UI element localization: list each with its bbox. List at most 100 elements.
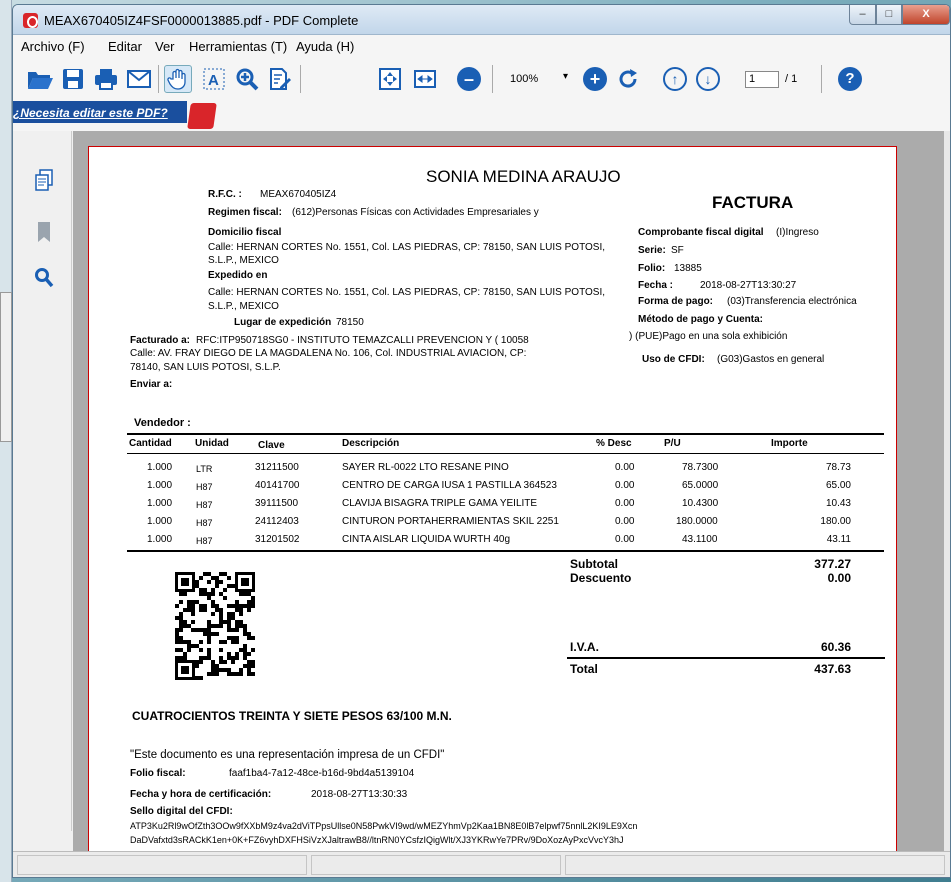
status-segment	[565, 855, 945, 875]
vendedor-label: Vendedor :	[134, 417, 191, 429]
col-desc: % Desc	[596, 438, 632, 449]
amount-in-words: CUATROCIENTOS TREINTA Y SIETE PESOS 63/1…	[132, 709, 452, 723]
bookmark-icon[interactable]	[34, 221, 54, 243]
metodo-value: ) (PUE)Pago en una sola exhibición	[629, 331, 788, 342]
cell-importe: 78.73	[825, 462, 851, 473]
text-select-icon[interactable]: A	[200, 65, 228, 93]
cell-desc: 0.00	[615, 462, 635, 473]
edit-pdf-ad-link[interactable]: ¿Necesita editar este PDF?	[13, 101, 187, 123]
zoom-dropdown[interactable]: ▾	[563, 71, 568, 82]
next-page-icon[interactable]: ↓	[694, 65, 722, 93]
page-number-input[interactable]: 1	[745, 71, 779, 88]
app-logo-icon	[23, 13, 38, 28]
col-unidad: Unidad	[195, 438, 229, 449]
fit-width-icon[interactable]	[411, 65, 439, 93]
menu-archivo[interactable]: Archivo (F)	[21, 39, 85, 54]
svg-text:A: A	[208, 72, 219, 89]
enviar-label: Enviar a:	[130, 379, 173, 390]
cell-unidad: H87	[196, 500, 213, 510]
minimize-button[interactable]: –	[849, 5, 876, 25]
cell-unidad: H87	[196, 518, 213, 528]
title-bar[interactable]: MEAX670405IZ4FSF0000013885.pdf - PDF Com…	[13, 5, 950, 35]
cell-importe: 180.00	[820, 516, 851, 527]
cell-descripcion: CLAVIJA BISAGRA TRIPLE GAMA YEILITE	[342, 498, 538, 509]
maximize-button[interactable]: □	[876, 5, 902, 25]
status-bar	[13, 851, 950, 877]
cfdi-note: "Este documento es una representación im…	[130, 749, 445, 761]
print-icon[interactable]	[92, 65, 120, 93]
table-header-rule	[127, 453, 884, 454]
folio-fiscal-label: Folio fiscal:	[130, 768, 186, 779]
background-scrollbar[interactable]	[0, 292, 12, 442]
open-folder-icon[interactable]	[26, 65, 54, 93]
forma-value: (03)Transferencia electrónica	[727, 296, 857, 307]
hand-tool-icon[interactable]	[164, 65, 192, 93]
toolbar: A – 100% ▾ + ↑ ↓ 1 / 1 ?	[13, 57, 950, 101]
expedido-line2: S.L.P., MEXICO	[208, 301, 279, 312]
sello-label: Sello digital del CFDI:	[130, 806, 233, 817]
toolbar-separator	[300, 65, 301, 93]
cell-clave: 24112403	[255, 516, 299, 527]
zoom-in-icon[interactable]: +	[581, 65, 609, 93]
toolbar-separator	[821, 65, 822, 93]
menu-editar[interactable]: Editar	[108, 39, 142, 54]
cell-importe: 10.43	[825, 498, 851, 509]
doc-type: FACTURA	[712, 193, 794, 212]
sello-line1: ATP3Ku2Rl9wOfZth3OOw9fXXbM9z4va2dViTPpsU…	[130, 821, 638, 831]
cell-cantidad: 1.000	[147, 480, 173, 491]
expedido-label: Expedido en	[208, 270, 268, 281]
background-window-edge	[0, 0, 12, 882]
zoom-level[interactable]: 100%	[510, 73, 538, 85]
domicilio-line1: Calle: HERNAN CORTES No. 1551, Col. LAS …	[208, 242, 606, 253]
cell-clave: 31201502	[255, 534, 300, 545]
previous-page-icon[interactable]: ↑	[661, 65, 689, 93]
certificacion-value: 2018-08-27T13:30:33	[311, 789, 408, 800]
regimen-label: Regimen fiscal:	[208, 207, 282, 218]
email-icon[interactable]	[125, 65, 153, 93]
facturado-value: RFC:ITP950718SG0 - INSTITUTO TEMAZCALLI …	[196, 335, 529, 346]
pages-panel-icon[interactable]	[34, 169, 54, 191]
zoom-out-icon[interactable]: –	[455, 65, 483, 93]
table-top-rule	[127, 433, 884, 435]
rotate-icon[interactable]	[614, 65, 642, 93]
col-descripcion: Descripción	[342, 438, 400, 449]
save-icon[interactable]	[59, 65, 87, 93]
pdf-ad-icon[interactable]	[187, 103, 217, 129]
issuer-name: SONIA MEDINA ARAUJO	[426, 167, 621, 186]
cell-pu: 43.1100	[682, 534, 718, 545]
rfc-label: R.F.C. :	[208, 189, 242, 200]
cell-desc: 0.00	[615, 534, 635, 545]
cell-cantidad: 1.000	[147, 498, 173, 509]
close-button[interactable]: X	[902, 5, 950, 25]
lugar-label: Lugar de expedición	[234, 317, 332, 328]
col-importe: Importe	[771, 438, 808, 449]
window-title: MEAX670405IZ4FSF0000013885.pdf - PDF Com…	[44, 13, 359, 28]
cell-descripcion: CINTURON PORTAHERRAMIENTAS SKIL 2251	[342, 516, 559, 527]
vertical-scrollbar[interactable]	[944, 131, 950, 851]
help-icon[interactable]: ?	[836, 65, 864, 93]
cell-importe: 65.00	[825, 480, 851, 491]
search-icon[interactable]	[34, 267, 54, 289]
domicilio-line2: S.L.P., MEXICO	[208, 255, 279, 266]
fecha-value: 2018-08-27T13:30:27	[700, 280, 797, 291]
facturado-label: Facturado a:	[130, 335, 191, 346]
menu-ver[interactable]: Ver	[155, 39, 175, 54]
document-viewer[interactable]: SONIA MEDINA ARAUJO R.F.C. : MEAX670405I…	[73, 131, 944, 851]
expedido-line1: Calle: HERNAN CORTES No. 1551, Col. LAS …	[208, 287, 606, 298]
uso-value: (G03)Gastos en general	[717, 354, 825, 365]
table-bottom-rule	[127, 550, 884, 552]
cell-pu: 180.0000	[676, 516, 718, 527]
fit-page-icon[interactable]	[376, 65, 404, 93]
toolbar-separator	[158, 65, 159, 93]
descuento-label: Descuento	[570, 571, 632, 585]
menu-ayuda[interactable]: Ayuda (H)	[296, 39, 354, 54]
zoom-in-magnifier-icon[interactable]	[233, 65, 261, 93]
app-window: MEAX670405IZ4FSF0000013885.pdf - PDF Com…	[12, 4, 951, 878]
edit-document-icon[interactable]	[266, 65, 294, 93]
cell-cantidad: 1.000	[147, 534, 173, 545]
cell-pu: 65.0000	[682, 480, 719, 491]
menu-herramientas[interactable]: Herramientas (T)	[189, 39, 287, 54]
subtotal-label: Subtotal	[570, 557, 618, 571]
status-segment	[311, 855, 561, 875]
cell-descripcion: CENTRO DE CARGA IUSA 1 PASTILLA 364523	[342, 480, 557, 491]
